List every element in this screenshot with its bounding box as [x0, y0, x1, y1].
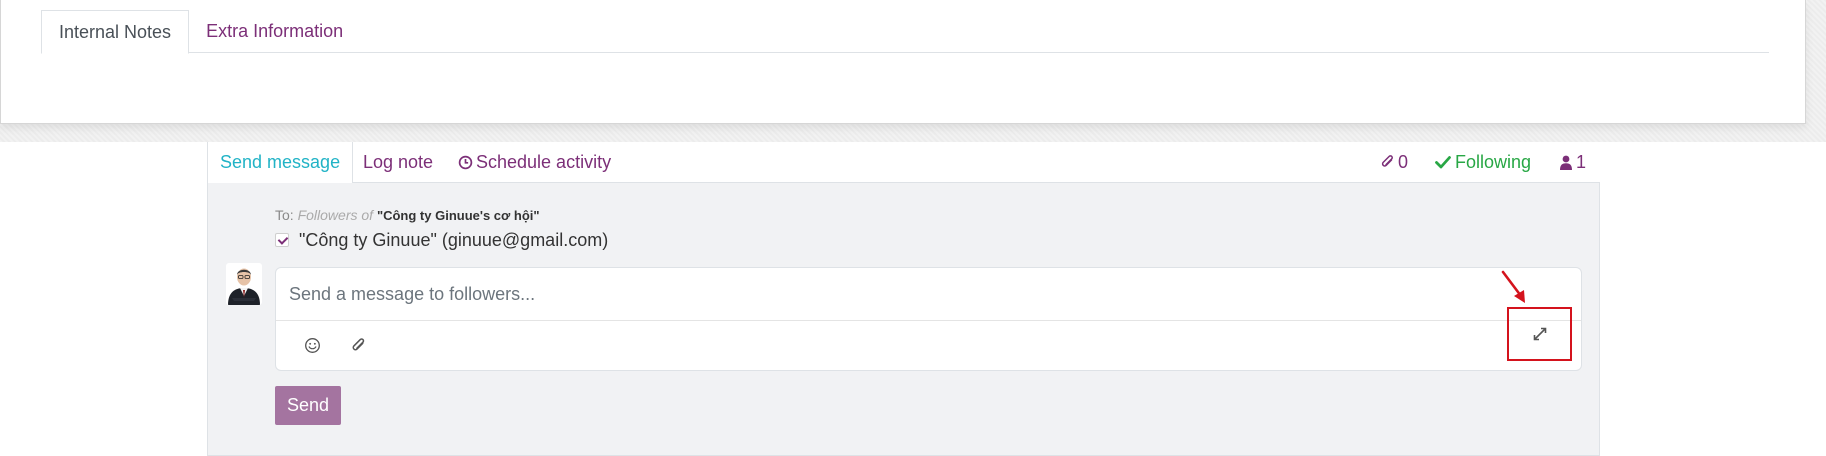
send-button[interactable]: Send [275, 386, 341, 425]
chatter-topbar: Send message Log note Schedule activity … [207, 142, 1600, 184]
followers-count: 1 [1576, 152, 1587, 172]
recipients-line: To: Followers of "Công ty Ginuue's cơ hộ… [275, 207, 540, 223]
avatar [226, 263, 262, 305]
following-label: Following [1455, 152, 1532, 172]
to-label: To: [275, 207, 294, 223]
message-editor [275, 267, 1582, 371]
attach-file-button[interactable] [346, 332, 372, 358]
recipient-row: "Công ty Ginuue" (ginuue@gmail.com) [275, 229, 608, 251]
message-input[interactable] [276, 268, 1581, 321]
annotation-arrow-icon [1501, 270, 1525, 303]
tab-extra-information[interactable]: Extra Information [189, 10, 360, 53]
paperclip-icon [1381, 155, 1393, 167]
full-composer-button[interactable] [1507, 307, 1572, 361]
emoji-button[interactable] [299, 332, 325, 358]
notebook-tabs: Internal Notes Extra Information [41, 10, 1769, 54]
form-sheet: Internal Notes Extra Information [0, 0, 1806, 124]
recipient-checkbox[interactable] [275, 233, 289, 247]
tab-internal-notes[interactable]: Internal Notes [41, 10, 190, 54]
to-followers-text: Followers of [297, 207, 374, 223]
send-message-button[interactable]: Send message [207, 142, 354, 184]
check-icon [1435, 156, 1451, 169]
clock-icon [458, 155, 473, 170]
attachments-count: 0 [1398, 152, 1409, 172]
following-button[interactable]: Following [1435, 142, 1531, 183]
smiley-icon [304, 337, 320, 353]
attachments-button[interactable]: 0 [1381, 142, 1408, 183]
expand-icon [1533, 327, 1546, 341]
log-note-button[interactable]: Log note [363, 142, 433, 183]
schedule-activity-button[interactable]: Schedule activity [458, 142, 611, 183]
user-icon [1560, 155, 1572, 170]
recipient-label: "Công ty Ginuue" (ginuue@gmail.com) [299, 229, 609, 250]
paperclip-icon [352, 337, 365, 350]
followers-button[interactable]: 1 [1560, 142, 1586, 183]
schedule-activity-label: Schedule activity [476, 152, 612, 172]
composer: To: Followers of "Công ty Ginuue's cơ hộ… [207, 183, 1600, 456]
chatter: Send message Log note Schedule activity … [207, 142, 1600, 456]
to-record-name: "Công ty Ginuue's cơ hội" [376, 208, 540, 223]
